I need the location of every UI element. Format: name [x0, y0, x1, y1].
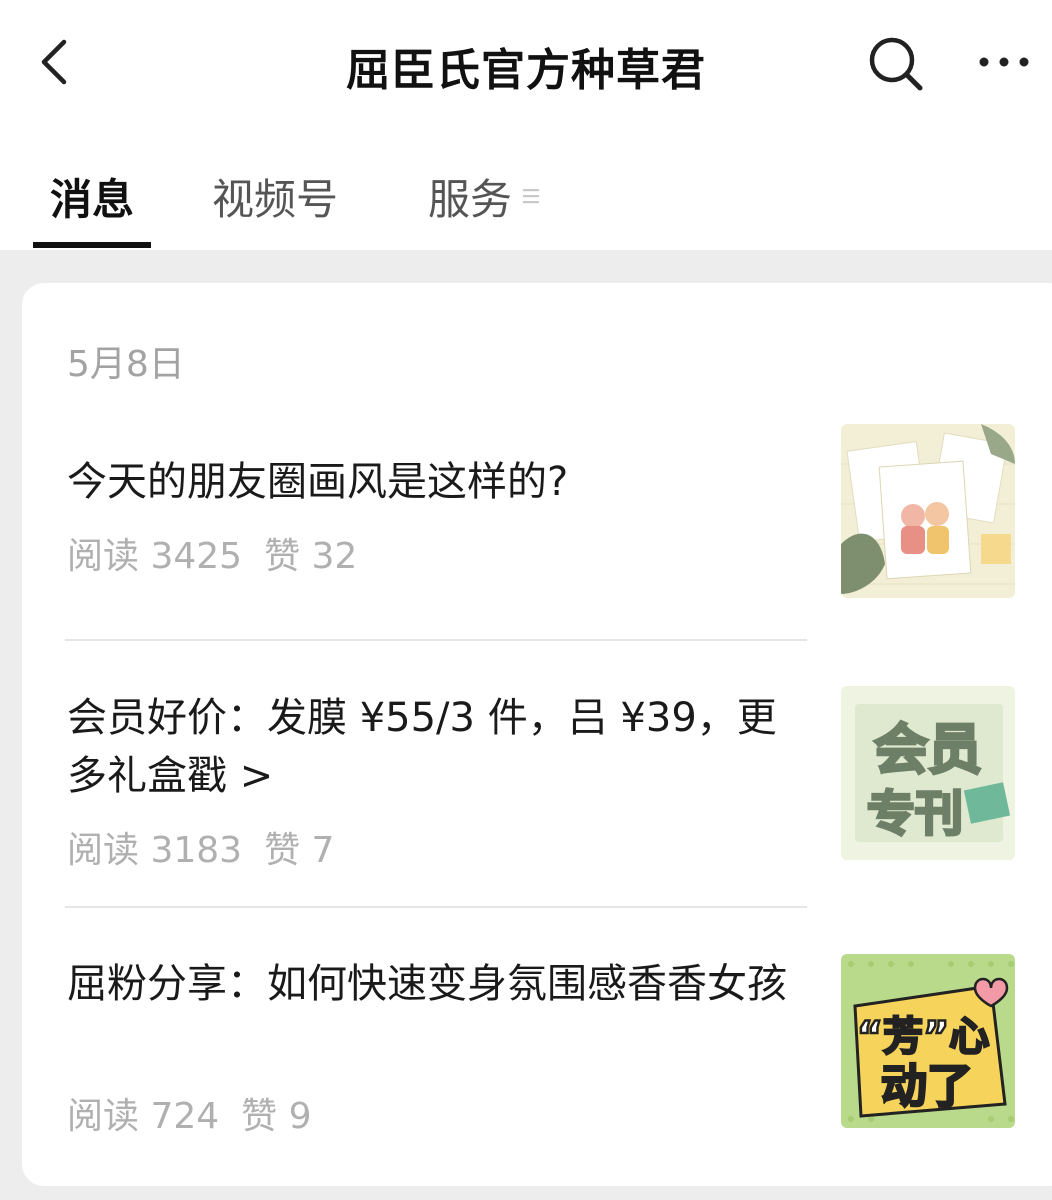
member-special-thumbnail-art: 会员 专刊 — [841, 686, 1015, 860]
top-bar: 屈臣氏官方种草君 消息 视频号 服务 — [0, 0, 1052, 250]
illustration-thumbnail[interactable] — [841, 424, 1015, 598]
article-item[interactable]: 会员好价：发膜 ¥55/3 件，吕 ¥39，更多礼盒戳 > 阅读 3183 赞 7… — [22, 685, 1052, 871]
article-item[interactable]: 屈粉分享：如何快速变身氛围感香香女孩 阅读 724 赞 9 “芳”心 动了 — [22, 953, 1052, 1137]
article-title[interactable]: 会员好价：发膜 ¥55/3 件，吕 ¥39，更多礼盒戳 > — [67, 689, 807, 805]
article-title[interactable]: 今天的朋友圈画风是这样的? — [67, 453, 807, 511]
thumb-text-fang: “芳”心 — [857, 1014, 990, 1060]
read-count: 阅读 724 — [67, 1096, 220, 1137]
tab-bar: 消息 视频号 服务 — [0, 150, 1052, 250]
more-dots-icon[interactable] — [976, 50, 1032, 74]
like-count: 赞 7 — [264, 830, 335, 871]
read-count: 阅读 3183 — [67, 830, 243, 871]
like-count: 赞 32 — [264, 536, 358, 577]
tab-channels[interactable]: 视频号 — [212, 166, 338, 227]
article-stats: 阅读 3425 赞 32 — [67, 527, 379, 579]
heart-flutter-thumbnail[interactable]: “芳”心 动了 — [841, 954, 1015, 1128]
message-date: 5月8日 — [67, 344, 185, 385]
message-card: 5月8日 今天的朋友圈画风是这样的? 阅读 3425 赞 32 会员好价：发膜 … — [22, 283, 1052, 1186]
tab-services[interactable]: 服务 — [428, 166, 512, 227]
thumb-text-special: 专刊 — [867, 786, 963, 842]
article-stats: 阅读 3183 赞 7 — [67, 821, 356, 873]
thumb-text-member: 会员 — [874, 718, 982, 781]
like-count: 赞 9 — [241, 1096, 312, 1137]
tab-messages[interactable]: 消息 — [50, 166, 134, 227]
navigation-bar: 屈臣氏官方种草君 — [0, 0, 1052, 125]
divider — [65, 906, 807, 908]
menu-lines-icon — [523, 189, 539, 204]
thumb-text-moved: 动了 — [881, 1059, 973, 1113]
article-item[interactable]: 今天的朋友圈画风是这样的? 阅读 3425 赞 32 — [22, 423, 1052, 599]
illustration-thumbnail-art — [841, 424, 1015, 598]
active-tab-indicator — [33, 242, 151, 248]
search-icon[interactable] — [866, 34, 924, 92]
member-special-thumbnail[interactable]: 会员 专刊 — [841, 686, 1015, 860]
heart-flutter-thumbnail-art: “芳”心 动了 — [841, 954, 1015, 1128]
read-count: 阅读 3425 — [67, 536, 243, 577]
article-title[interactable]: 屈粉分享：如何快速变身氛围感香香女孩 — [67, 955, 807, 1013]
article-stats: 阅读 724 赞 9 — [67, 1087, 334, 1139]
divider — [65, 639, 807, 641]
